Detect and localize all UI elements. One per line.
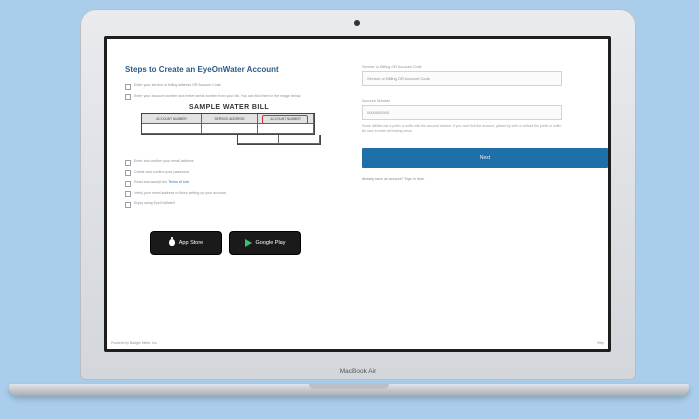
step-text: Enter and confirm your email address: [134, 159, 194, 163]
google-play-button[interactable]: Google Play: [230, 231, 300, 254]
google-play-label: Google Play: [255, 239, 286, 246]
instructions-panel: Steps to Create an EyeOnWater Account En…: [125, 65, 330, 254]
bill-total-cell: [279, 135, 320, 144]
bill-header-cell: ACCOUNT NUMBER: [142, 114, 202, 124]
bill-totals: [237, 135, 321, 145]
camera: [354, 20, 360, 26]
signup-form: Service or Billing OR Account Code Servi…: [362, 65, 608, 181]
bill-cell: [202, 124, 258, 134]
checkbox: [125, 94, 131, 100]
footer-help-link[interactable]: Help: [597, 341, 604, 345]
step-text: Create and confirm your password: [134, 169, 189, 174]
bill-header-cell-highlighted: ACCOUNT NUMBER: [258, 114, 314, 124]
device-label: MacBook Air: [339, 368, 377, 375]
step-text: Enjoy using EyeOnWater!: [134, 201, 176, 205]
step-6: Verify your email address to finish sett…: [125, 190, 330, 197]
bill-total-cell: [238, 135, 279, 144]
app-store-buttons: App Store Google Play: [151, 231, 330, 254]
account-number-input[interactable]: 0000000000: [362, 105, 562, 120]
google-play-icon: [244, 238, 252, 247]
footer-text: Powered by Badger Meter, Inc.: [111, 341, 158, 345]
checkbox: [125, 83, 131, 90]
laptop-screen: Steps to Create an EyeOnWater Account En…: [104, 36, 611, 352]
checkbox: [125, 201, 131, 208]
step-1: Enter your service or billing address OR…: [125, 83, 330, 90]
address-input[interactable]: Service or Billing OR Account Code: [362, 71, 562, 86]
next-button[interactable]: Next: [362, 148, 608, 168]
help-text: Some utilities use a prefix or suffix wi…: [362, 124, 562, 133]
step-7: Enjoy using EyeOnWater!: [125, 201, 330, 208]
apple-icon: [168, 237, 175, 246]
page-title: Steps to Create an EyeOnWater Account: [125, 65, 279, 74]
checkbox: [125, 180, 131, 187]
step-4: Create and confirm your password: [125, 169, 330, 176]
checkbox: [125, 159, 131, 166]
bill-cell: [258, 124, 314, 134]
lid-opening-notch: [309, 384, 389, 389]
address-label: Service or Billing OR Account Code: [362, 65, 422, 69]
bill-header-cell: SERVICE ADDRESS: [202, 114, 258, 124]
account-label: Account Number: [362, 99, 391, 103]
web-page: Steps to Create an EyeOnWater Account En…: [107, 39, 608, 349]
checkbox: [125, 170, 131, 176]
step-2: Enter your account number and meter seri…: [125, 93, 330, 100]
step-3: Enter and confirm your email address: [125, 159, 330, 166]
sign-in-link[interactable]: Already have an account? Sign In here.: [362, 177, 608, 181]
step-text: Enter your service or billing address OR…: [134, 83, 221, 87]
bill-table: ACCOUNT NUMBER SERVICE ADDRESS ACCOUNT N…: [141, 113, 315, 135]
step-5: Read and accept the Terms of Use: [125, 180, 330, 187]
laptop-base: [9, 384, 689, 396]
terms-of-use-link[interactable]: Terms of Use: [168, 180, 189, 184]
bill-title: SAMPLE WATER BILL: [188, 104, 270, 111]
checkbox: [125, 191, 131, 197]
step-text: Read and accept the Terms of Use: [134, 180, 190, 184]
laptop-lid: Steps to Create an EyeOnWater Account En…: [80, 9, 636, 380]
app-store-label: App Store: [178, 239, 204, 246]
step-text: Verify your email address to finish sett…: [134, 190, 226, 195]
sample-water-bill: SAMPLE WATER BILL ACCOUNT NUMBER SERVICE…: [135, 104, 323, 145]
app-store-button[interactable]: App Store: [151, 231, 221, 254]
step-text: Enter your account number and meter seri…: [134, 93, 302, 98]
bill-cell: [142, 124, 202, 134]
